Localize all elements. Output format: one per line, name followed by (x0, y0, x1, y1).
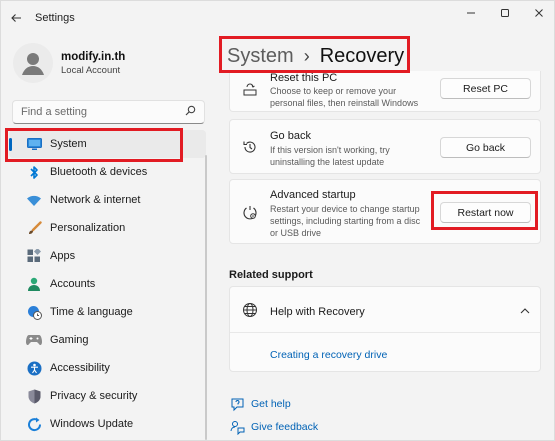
shield-icon (26, 388, 42, 404)
sidebar-item-label: Personalization (50, 222, 126, 234)
feedback-icon (229, 419, 245, 435)
sidebar-item-label: Bluetooth & devices (50, 166, 148, 178)
page-title: Recovery (319, 44, 405, 67)
reset-pc-title: Reset this PC (270, 72, 338, 84)
restart-now-button[interactable]: Restart now (440, 202, 531, 223)
bluetooth-icon (26, 164, 42, 180)
globe-clock-icon (26, 304, 42, 320)
sidebar-item-personalization[interactable]: Personalization (9, 214, 206, 242)
help-with-recovery-card: Help with Recovery Creating a recovery d… (229, 286, 541, 372)
reset-pc-card: Reset this PC Choose to keep or remove y… (229, 71, 541, 112)
window-controls (454, 1, 555, 25)
give-feedback-label[interactable]: Give feedback (251, 421, 318, 433)
reset-pc-description: Choose to keep or remove your personal f… (270, 86, 419, 108)
sidebar-item-network[interactable]: Network & internet (9, 186, 206, 214)
app-title: Settings (35, 12, 75, 24)
gamepad-icon (26, 332, 42, 348)
close-button[interactable] (522, 1, 555, 25)
wifi-icon (26, 192, 42, 208)
breadcrumb-separator: › (303, 45, 310, 66)
sidebar-scrollbar[interactable] (205, 155, 207, 440)
go-back-description: If this version isn't working, try unins… (270, 145, 390, 167)
advanced-startup-icon (242, 205, 258, 221)
paintbrush-icon (26, 220, 42, 236)
get-help-link[interactable]: Get help (229, 396, 291, 412)
sidebar-item-apps[interactable]: Apps (9, 242, 206, 270)
go-back-card: Go back If this version isn't working, t… (229, 119, 541, 174)
monitor-icon (26, 136, 42, 152)
advanced-startup-title: Advanced startup (270, 189, 356, 201)
sidebar-item-label: Accounts (50, 278, 96, 290)
sidebar-item-bluetooth[interactable]: Bluetooth & devices (9, 158, 206, 186)
globe-icon (242, 302, 258, 318)
back-arrow-icon (11, 14, 21, 22)
sidebar-nav: System Bluetooth & devices Network & int… (1, 130, 209, 438)
accessibility-icon (26, 360, 42, 376)
help-with-recovery-header[interactable]: Help with Recovery (230, 287, 540, 333)
search-icon[interactable] (185, 105, 196, 119)
search-input[interactable] (21, 106, 181, 118)
sidebar-item-accessibility[interactable]: Accessibility (9, 354, 206, 382)
profile-account-type: Local Account (61, 64, 121, 76)
sidebar-item-label: Gaming (50, 334, 89, 346)
reset-pc-button[interactable]: Reset PC (440, 78, 531, 99)
user-profile[interactable]: modify.in.th Local Account (13, 43, 125, 83)
get-help-label[interactable]: Get help (251, 398, 291, 410)
sidebar-item-label: Privacy & security (50, 390, 138, 402)
history-icon (242, 139, 258, 155)
go-back-title: Go back (270, 130, 311, 142)
sidebar-item-windows-update[interactable]: Windows Update (9, 410, 206, 438)
back-button[interactable] (1, 3, 31, 33)
related-support-heading: Related support (229, 269, 313, 281)
maximize-icon (501, 9, 509, 17)
go-back-button[interactable]: Go back (440, 137, 531, 158)
sidebar-item-time-language[interactable]: Time & language (9, 298, 206, 326)
person-icon (26, 276, 42, 292)
close-icon (535, 9, 543, 17)
apps-icon (26, 248, 42, 264)
sidebar-item-system[interactable]: System (9, 130, 206, 158)
reset-pc-icon (242, 81, 258, 97)
breadcrumb-parent[interactable]: System (227, 45, 294, 68)
minimize-button[interactable] (454, 1, 488, 25)
search-box[interactable] (12, 100, 205, 124)
sidebar-item-label: Accessibility (50, 362, 110, 374)
recovery-drive-link[interactable]: Creating a recovery drive (270, 349, 387, 361)
sidebar: modify.in.th Local Account System Blue (1, 35, 211, 441)
maximize-button[interactable] (488, 1, 522, 25)
help-icon (229, 396, 245, 412)
profile-name: modify.in.th (61, 50, 126, 63)
sidebar-item-label: Windows Update (50, 418, 134, 430)
advanced-startup-card: Advanced startup Restart your device to … (229, 179, 541, 244)
minimize-icon (467, 12, 475, 14)
avatar (13, 43, 53, 83)
sidebar-item-privacy[interactable]: Privacy & security (9, 382, 206, 410)
give-feedback-link[interactable]: Give feedback (229, 419, 318, 435)
update-icon (26, 416, 42, 432)
sidebar-item-gaming[interactable]: Gaming (9, 326, 206, 354)
sidebar-item-label: System (50, 138, 87, 150)
sidebar-item-label: Apps (50, 250, 76, 262)
help-with-recovery-title: Help with Recovery (270, 306, 365, 318)
breadcrumb: System › Recovery (227, 41, 404, 71)
sidebar-item-label: Network & internet (50, 194, 141, 206)
title-bar: Settings (1, 1, 555, 35)
avatar-icon (13, 43, 53, 83)
chevron-up-icon[interactable] (520, 306, 530, 318)
sidebar-item-label: Time & language (50, 306, 133, 318)
advanced-startup-description: Restart your device to change startup se… (270, 204, 421, 238)
settings-window: Settings modify.in.th Local Account Find… (0, 0, 555, 441)
sidebar-item-accounts[interactable]: Accounts (9, 270, 206, 298)
